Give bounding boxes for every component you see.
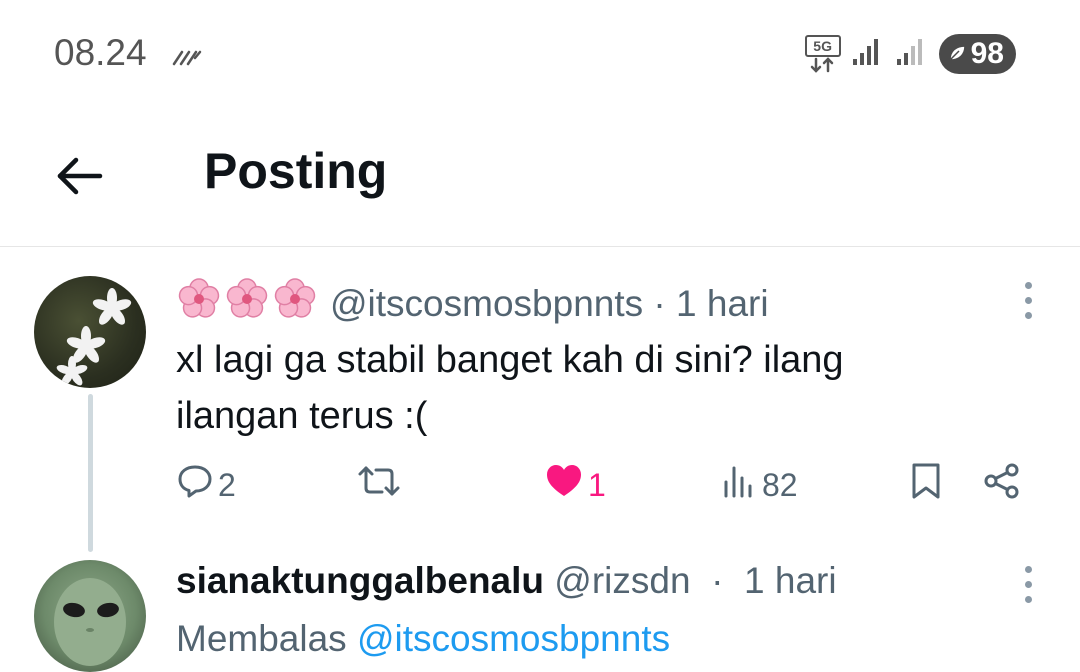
data-saver-icon <box>172 44 202 71</box>
replying-label: Membalas <box>176 618 347 659</box>
separator-dot: · <box>700 560 734 601</box>
post-time[interactable]: 1 hari <box>744 560 837 601</box>
app-header: Posting <box>0 110 1080 247</box>
display-name[interactable]: sianaktunggalbenalu <box>176 560 544 601</box>
5g-icon: 5G <box>803 35 841 73</box>
cherry-blossom-icon <box>176 276 222 331</box>
avatar[interactable] <box>34 560 146 672</box>
views-button[interactable]: 82 <box>722 460 798 510</box>
display-name[interactable] <box>176 276 318 331</box>
signal-weak-icon <box>895 37 927 72</box>
bookmark-icon <box>908 461 944 509</box>
more-options-icon[interactable] <box>1022 566 1034 603</box>
battery-saver-icon <box>947 37 967 71</box>
battery-level: 98 <box>970 37 1004 70</box>
signal-icon <box>851 37 883 72</box>
user-handle[interactable]: @itscosmosbpnnts <box>330 283 643 325</box>
status-bar: 08.24 5G 98 <box>0 0 1080 110</box>
post-time[interactable]: 1 hari <box>676 283 769 325</box>
user-handle[interactable]: @rizsdn <box>554 560 690 601</box>
views-chart-icon <box>722 462 758 508</box>
like-button[interactable]: 1 <box>544 460 606 510</box>
mention-link[interactable]: @itscosmosbpnnts <box>357 618 670 659</box>
like-count: 1 <box>588 466 606 503</box>
bookmark-button[interactable] <box>908 460 944 510</box>
heart-filled-icon <box>544 462 584 508</box>
reply-count: 2 <box>218 466 236 503</box>
repost-button[interactable] <box>356 460 406 510</box>
arrow-left-icon[interactable] <box>52 148 108 204</box>
post-actions: 2 1 82 <box>176 460 1036 510</box>
reply-icon <box>176 462 214 508</box>
avatar[interactable] <box>34 276 146 388</box>
cherry-blossom-icon <box>272 276 318 331</box>
views-count: 82 <box>762 466 798 503</box>
reply-button[interactable]: 2 <box>176 460 236 510</box>
cherry-blossom-icon <box>224 276 270 331</box>
page-title: Posting <box>204 143 388 199</box>
repost-icon <box>356 462 402 508</box>
post-text: xl lagi ga stabil banget kah di sini? il… <box>176 339 844 437</box>
replying-to: Membalas @itscosmosbpnnts <box>176 618 670 660</box>
thread-line <box>88 394 93 552</box>
battery-indicator: 98 <box>938 34 1016 74</box>
network-type-label: 5G <box>804 35 841 57</box>
separator-dot: · <box>643 282 677 324</box>
share-icon <box>982 461 1022 509</box>
more-options-icon[interactable] <box>1022 282 1034 319</box>
status-time: 08.24 <box>54 32 147 73</box>
share-button[interactable] <box>982 460 1022 510</box>
post-header: @itscosmosbpnnts · 1 hari <box>176 276 769 331</box>
reply-header: sianaktunggalbenalu @rizsdn · 1 hari <box>176 560 837 602</box>
